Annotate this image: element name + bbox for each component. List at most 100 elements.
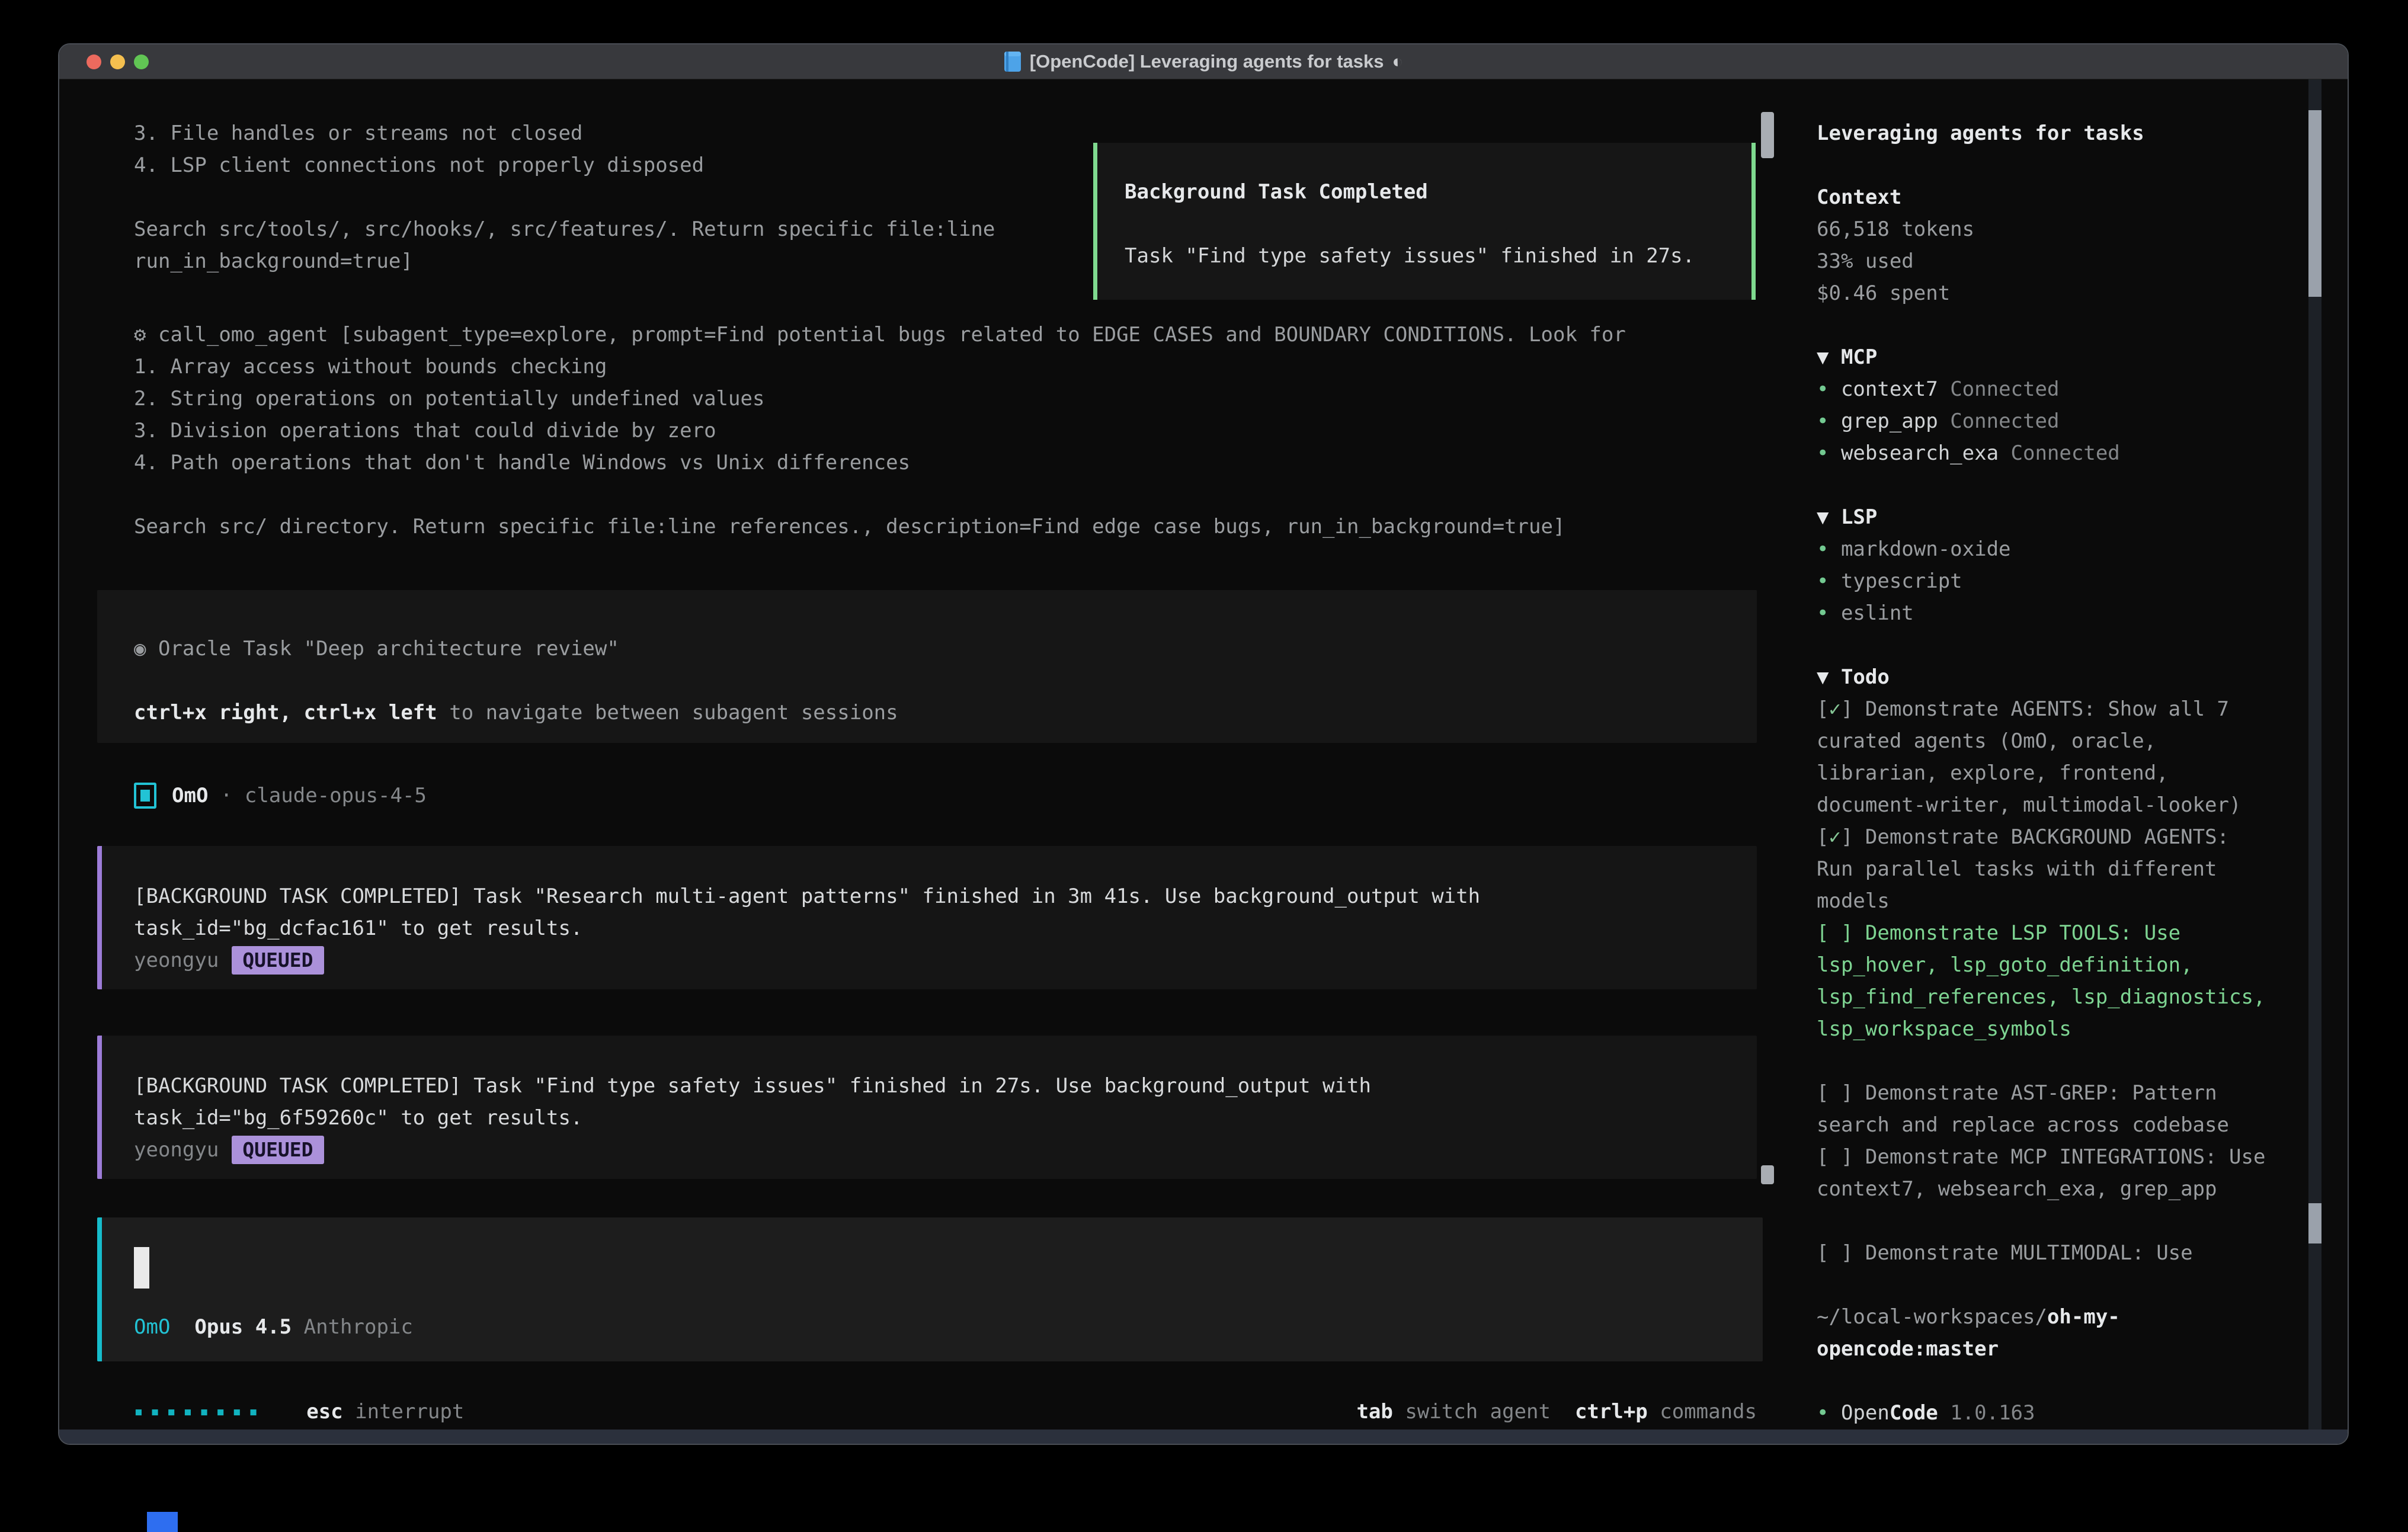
ctrlp-key-hint: ctrl+p (1575, 1396, 1648, 1428)
spacer (1817, 149, 2272, 181)
checkbox-empty (1829, 921, 1840, 945)
checkbox-bracket: [ (1817, 825, 1829, 849)
app-name-bold: Code (1890, 1397, 1938, 1429)
status-dot-icon: • (1817, 437, 1841, 469)
session-title: Leveraging agents for tasks (1817, 117, 2272, 149)
background-task-message[interactable]: [BACKGROUND TASK COMPLETED] Task "Resear… (97, 846, 1757, 989)
scrollbar-thumb[interactable] (2308, 110, 2321, 297)
spacer (134, 665, 1757, 697)
lsp-section-header[interactable]: ▼ LSP (1817, 501, 2272, 533)
checkbox-empty (1829, 1241, 1840, 1265)
mcp-name: grep_app (1841, 405, 1938, 437)
lsp-item: • typescript (1817, 565, 2272, 597)
mcp-item: • websearch_exa Connected (1817, 437, 2272, 469)
sidebar: Leveraging agents for tasks Context 66,5… (1786, 79, 2348, 1430)
todo-text: Demonstrate BACKGROUND AGENTS: Run paral… (1817, 825, 2229, 913)
oracle-task-title-line: ◉ Oracle Task "Deep architecture review" (134, 633, 1757, 665)
status-dot-icon: • (1817, 533, 1841, 565)
status-right: tab switch agent ctrl+p commands (1356, 1396, 1757, 1428)
spacer (1125, 208, 1751, 240)
task-message-meta: yeongyu QUEUED (134, 1134, 1757, 1166)
ctrlp-key-label: commands (1648, 1396, 1757, 1428)
context-spent: $0.46 spent (1817, 277, 2272, 309)
input-agent-info: OmO Opus 4.5 Anthropic (134, 1311, 1763, 1343)
minimize-button[interactable] (110, 55, 125, 69)
workspace-prefix: ~/local-workspaces/ (1817, 1305, 2047, 1329)
task-message-line1: [BACKGROUND TASK COMPLETED] Task "Resear… (134, 880, 1757, 912)
status-badge: QUEUED (232, 1136, 324, 1164)
spacer (1817, 629, 2272, 661)
toast-notification[interactable]: Background Task Completed Task "Find typ… (1093, 143, 1756, 300)
fisheye-icon: ◉ (134, 637, 146, 661)
lsp-item: • eslint (1817, 597, 2272, 629)
status-dot-icon: • (1817, 405, 1841, 437)
status-bar: ▪▪▪▪▪▪▪▪ esc interrupt tab switch agent … (134, 1396, 1757, 1428)
todo-item-done: [✓] Demonstrate AGENTS: Show all 7 curat… (1817, 693, 2272, 821)
hint-keys: ctrl+x right, ctrl+x left (134, 701, 437, 725)
checkbox-bracket: ] (1841, 921, 1865, 945)
mcp-section-header[interactable]: ▼ MCP (1817, 341, 2272, 373)
mcp-heading: MCP (1841, 341, 1877, 373)
workspace-path: ~/local-workspaces/oh-my-opencode:master (1817, 1301, 2272, 1365)
oracle-task-card[interactable]: ◉ Oracle Task "Deep architecture review"… (97, 590, 1757, 743)
tool-call-item: 4. Path operations that don't handle Win… (134, 447, 1757, 479)
lsp-item: • markdown-oxide (1817, 533, 2272, 565)
checkbox-bracket: ] (1841, 1081, 1865, 1105)
tab-key-label: switch agent (1393, 1396, 1551, 1428)
window-title-suffix: ◐ (1392, 51, 1404, 72)
input-agent-name: OmO (134, 1311, 170, 1343)
prompt-input[interactable]: OmO Opus 4.5 Anthropic (97, 1217, 1763, 1361)
checkbox-bracket: [ (1817, 1145, 1829, 1169)
context-heading: Context (1817, 181, 2272, 213)
todo-item-pending: [ ] Demonstrate MCP INTEGRATIONS: Use co… (1817, 1141, 2272, 1205)
agent-session-header[interactable]: OmO · claude-opus-4-5 (134, 780, 1757, 812)
todo-item-pending: [ ] Demonstrate MULTIMODAL: Use (1817, 1237, 2272, 1269)
checkbox-bracket: [ (1817, 697, 1829, 721)
spacer-text (170, 1311, 194, 1343)
agent-name: OmO (172, 780, 208, 812)
todo-text: Demonstrate MCP INTEGRATIONS: Use contex… (1817, 1145, 2265, 1201)
todo-text: Demonstrate MULTIMODAL: Use (1865, 1241, 2193, 1265)
mcp-item: • grep_app Connected (1817, 405, 2272, 437)
background-task-message[interactable]: [BACKGROUND TASK COMPLETED] Task "Find t… (97, 1036, 1757, 1179)
checkbox-bracket: [ (1817, 1241, 1829, 1265)
scrollbar-thumb[interactable] (1761, 112, 1774, 158)
mcp-status: Connected (1999, 437, 2120, 469)
mcp-name: context7 (1841, 373, 1938, 405)
mcp-name: websearch_exa (1841, 437, 1999, 469)
task-message-line2: task_id="bg_dcfac161" to get results. (134, 912, 1757, 944)
status-dot-icon: • (1817, 565, 1841, 597)
window-title: [OpenCode] Leveraging agents for tasks ◐ (1004, 51, 1403, 72)
close-button[interactable] (87, 55, 101, 69)
gear-icon: ⚙ (134, 323, 146, 347)
scrollbar-thumb[interactable] (1761, 1165, 1774, 1184)
app-name-regular: Open (1841, 1397, 1890, 1429)
spacer (1817, 1045, 2272, 1077)
todo-item-done: [✓] Demonstrate BACKGROUND AGENTS: Run p… (1817, 821, 2272, 917)
task-message-line1: [BACKGROUND TASK COMPLETED] Task "Find t… (134, 1070, 1757, 1102)
todo-section-header[interactable]: ▼ Todo (1817, 661, 2272, 693)
spinner-icon: ▪▪▪▪▪▪▪▪ (134, 1396, 265, 1428)
spacer (1817, 309, 2272, 341)
checkbox-bracket: ] (1841, 1145, 1865, 1169)
checkmark-icon: ✓ (1829, 697, 1840, 721)
zoom-button[interactable] (134, 55, 149, 69)
traffic-lights (87, 44, 149, 79)
notification-body: Task "Find type safety issues" finished … (1125, 240, 1751, 272)
checkbox-bracket: [ (1817, 1081, 1829, 1105)
context-tokens: 66,518 tokens (1817, 213, 2272, 245)
status-dot-icon: • (1817, 373, 1841, 405)
lsp-name: eslint (1841, 597, 1914, 629)
checkbox-bracket: ] (1841, 1241, 1865, 1265)
app-version: • OpenCode 1.0.163 (1817, 1397, 2272, 1429)
titlebar[interactable]: [OpenCode] Leveraging agents for tasks ◐ (59, 44, 2348, 79)
context-used: 33% used (1817, 245, 2272, 277)
checkmark-icon: ✓ (1829, 825, 1840, 849)
hint-text: to navigate between subagent sessions (437, 701, 898, 725)
mcp-status: Connected (1938, 373, 2060, 405)
agent-square-icon (134, 783, 156, 809)
task-user: yeongyu (134, 1134, 219, 1166)
window-bottom-edge (59, 1430, 2348, 1444)
spacer-text (1551, 1396, 1575, 1428)
scrollbar-thumb[interactable] (2308, 1203, 2321, 1243)
